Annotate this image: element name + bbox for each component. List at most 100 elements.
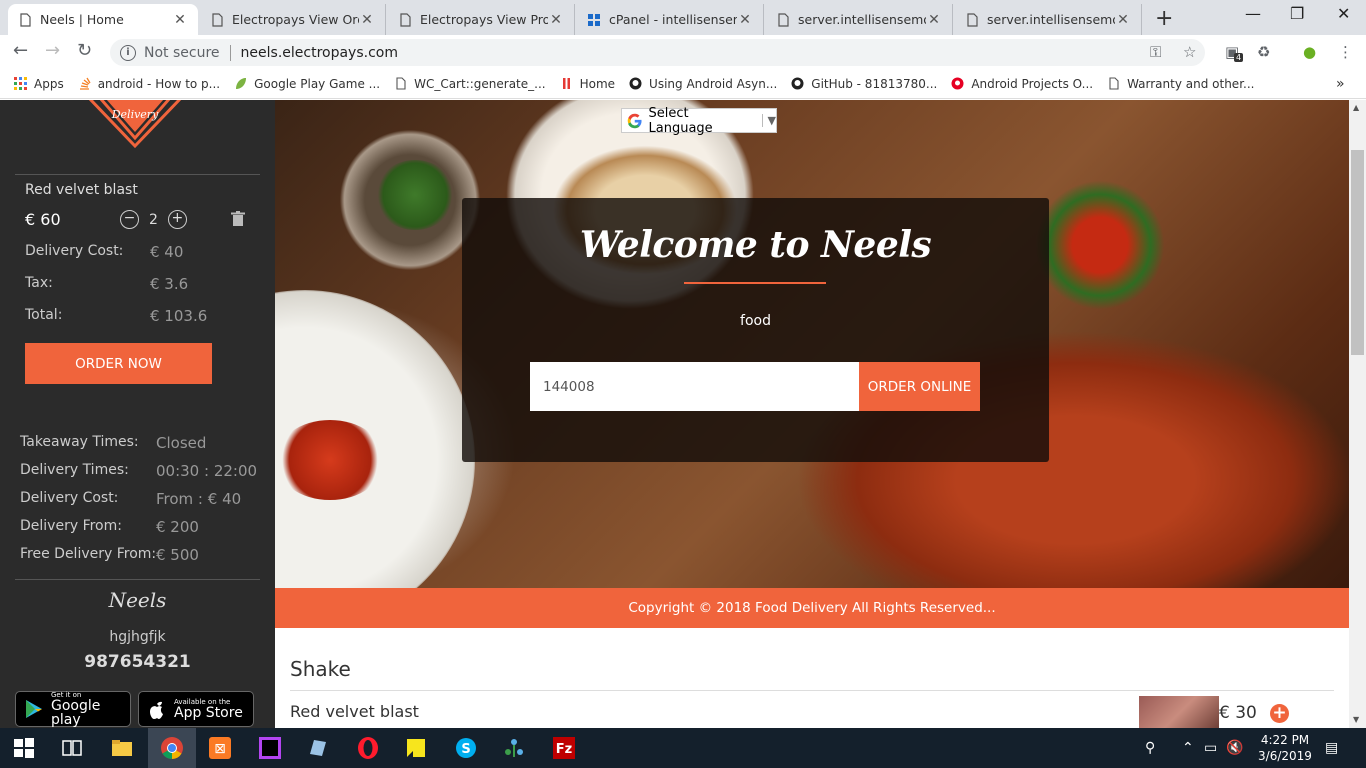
tab-title: cPanel - intellisensemol [609,12,737,27]
google-play-badge[interactable]: Get it on Google play [15,691,131,727]
chevron-down-icon: ▼ [761,114,776,127]
phone-number: 987654321 [84,652,191,672]
bookmarks-overflow-icon[interactable]: » [1336,76,1345,92]
restore-icon[interactable]: ❐ [1290,4,1304,23]
people-icon[interactable]: ⚲ [1145,740,1155,756]
delivery-cost-value: € 40 [150,243,184,261]
menu-icon[interactable]: ⋮ [1338,43,1353,61]
close-icon[interactable]: ✕ [737,12,753,28]
close-icon[interactable]: ✕ [359,12,375,28]
minimize-icon[interactable]: — [1245,4,1261,23]
app-store-big: App Store [174,704,243,721]
bookmark-item[interactable]: android - How to p... [78,77,220,91]
tab-cpanel[interactable]: cPanel - intellisensemol ✕ [577,4,764,35]
order-online-button[interactable]: ORDER ONLINE [859,362,980,411]
bookmark-item[interactable]: Google Play Game ... [234,77,380,91]
add-to-cart-icon[interactable]: + [1270,704,1289,723]
key-icon[interactable]: ⚿ [1150,43,1161,61]
close-icon[interactable]: ✕ [548,12,564,28]
notes-icon[interactable] [306,736,330,760]
tab-electropays-product[interactable]: Electropays View Produ ✕ [388,4,575,35]
scroll-thumb[interactable] [1351,150,1364,355]
xampp-icon[interactable]: ⊠ [208,736,232,760]
notifications-icon[interactable]: ▤ [1325,740,1338,756]
bookmark-label: Warranty and other... [1127,76,1255,91]
close-icon[interactable]: ✕ [172,12,188,28]
language-select[interactable]: Select Language ▼ [621,105,777,136]
volume-muted-icon[interactable]: 🔇 [1226,740,1243,756]
page-icon [967,12,978,27]
bookmark-apps[interactable]: Apps [14,77,64,91]
file-explorer-icon[interactable] [110,736,134,760]
phpstorm-icon[interactable] [258,736,282,760]
android-icon[interactable]: ● [1303,43,1316,61]
plus-icon[interactable]: + [167,210,187,229]
filezilla-icon[interactable]: Fz [552,736,576,760]
svg-text:S: S [461,742,470,757]
bookmark-item[interactable]: GitHub - 81813780... [791,77,937,91]
star-icon[interactable]: ☆ [1183,43,1196,61]
task-view-icon[interactable] [60,736,84,760]
clock-date: 3/6/2019 [1258,749,1312,763]
bookmark-item[interactable]: WC_Cart::generate_... [394,77,546,91]
bookmark-item[interactable]: Home [560,77,615,91]
minus-icon[interactable]: − [120,210,139,229]
close-icon[interactable]: ✕ [1115,12,1131,28]
new-tab-button[interactable]: + [1155,6,1173,31]
vegetable-image [1035,180,1165,310]
tab-server-2[interactable]: server.intellisensemobi. ✕ [955,4,1142,35]
app-store-badge[interactable]: Available on the App Store [138,691,254,727]
reload-icon[interactable]: ↻ [77,40,92,61]
trash-icon[interactable] [231,211,245,227]
tab-title: Neels | Home [40,12,124,27]
address-bar[interactable]: i Not secure neels.electropays.com [110,39,1205,66]
postcode-input[interactable] [530,362,859,411]
copyright-text: Copyright © 2018 Food Delivery All Right… [628,600,996,616]
tab-server-1[interactable]: server.intellisensemobi. ✕ [766,4,953,35]
category-title: Shake [290,657,351,681]
bars-icon [562,78,570,89]
stackoverflow-icon [79,77,91,90]
scroll-down-icon[interactable]: ▼ [1353,715,1359,724]
window-close-icon[interactable]: ✕ [1337,4,1350,23]
windows-taskbar: ⊠ S Fz ⚲ ⌃ ▭ 🔇 4:22 PM 3/6/2019 ▤ [0,728,1366,768]
back-icon[interactable]: ← [13,40,28,61]
tab-electropays-order[interactable]: Electropays View Order ✕ [200,4,386,35]
skype-icon[interactable]: S [454,736,478,760]
network-icon[interactable]: ▭ [1204,740,1217,756]
order-now-button[interactable]: ORDER NOW [25,343,212,384]
leaf-icon [236,78,247,89]
network-app-icon[interactable] [502,736,526,760]
bookmark-item[interactable]: Warranty and other... [1107,77,1254,91]
takeaway-times-value: Closed [156,434,207,452]
tab-neels-home[interactable]: Neels | Home ✕ [8,4,198,35]
recycle-icon[interactable]: ♻ [1257,43,1270,61]
chevron-up-icon[interactable]: ⌃ [1182,740,1194,756]
tab-title: server.intellisensemobi. [987,12,1115,27]
system-clock[interactable]: 4:22 PM 3/6/2019 [1250,732,1320,764]
bookmark-label: Home [579,76,616,91]
menu-section: Shake Red velvet blast € 30 + [275,628,1349,728]
delivery-times-label: Delivery Times: [20,462,129,478]
chrome-icon[interactable] [160,736,184,760]
scroll-up-icon[interactable]: ▲ [1353,103,1359,112]
windows-start-icon[interactable] [12,736,36,760]
info-icon[interactable]: i [120,44,136,61]
divider [229,44,231,61]
svg-text:⊠: ⊠ [214,741,226,757]
forward-icon[interactable]: → [45,40,60,61]
opera-icon[interactable] [356,736,380,760]
free-delivery-label: Free Delivery From: [20,546,157,562]
logo-icon: Delivery [88,100,182,149]
page-scrollbar[interactable]: ▲ ▼ [1349,100,1366,728]
bookmark-label: android - How to p... [97,76,221,91]
bookmark-item[interactable]: Android Projects O... [951,77,1093,91]
language-label: Select Language [648,105,713,136]
browser-tab-bar: Neels | Home ✕ Electropays View Order ✕ … [0,0,1366,35]
bookmark-label: GitHub - 81813780... [811,76,938,91]
close-icon[interactable]: ✕ [926,12,942,28]
bookmark-item[interactable]: Using Android Asyn... [629,77,777,91]
sticky-notes-icon[interactable] [404,736,428,760]
welcome-box: Welcome to Neels food ORDER ONLINE [462,198,1049,462]
extension-icon[interactable]: ▣ 4 [1225,43,1244,62]
